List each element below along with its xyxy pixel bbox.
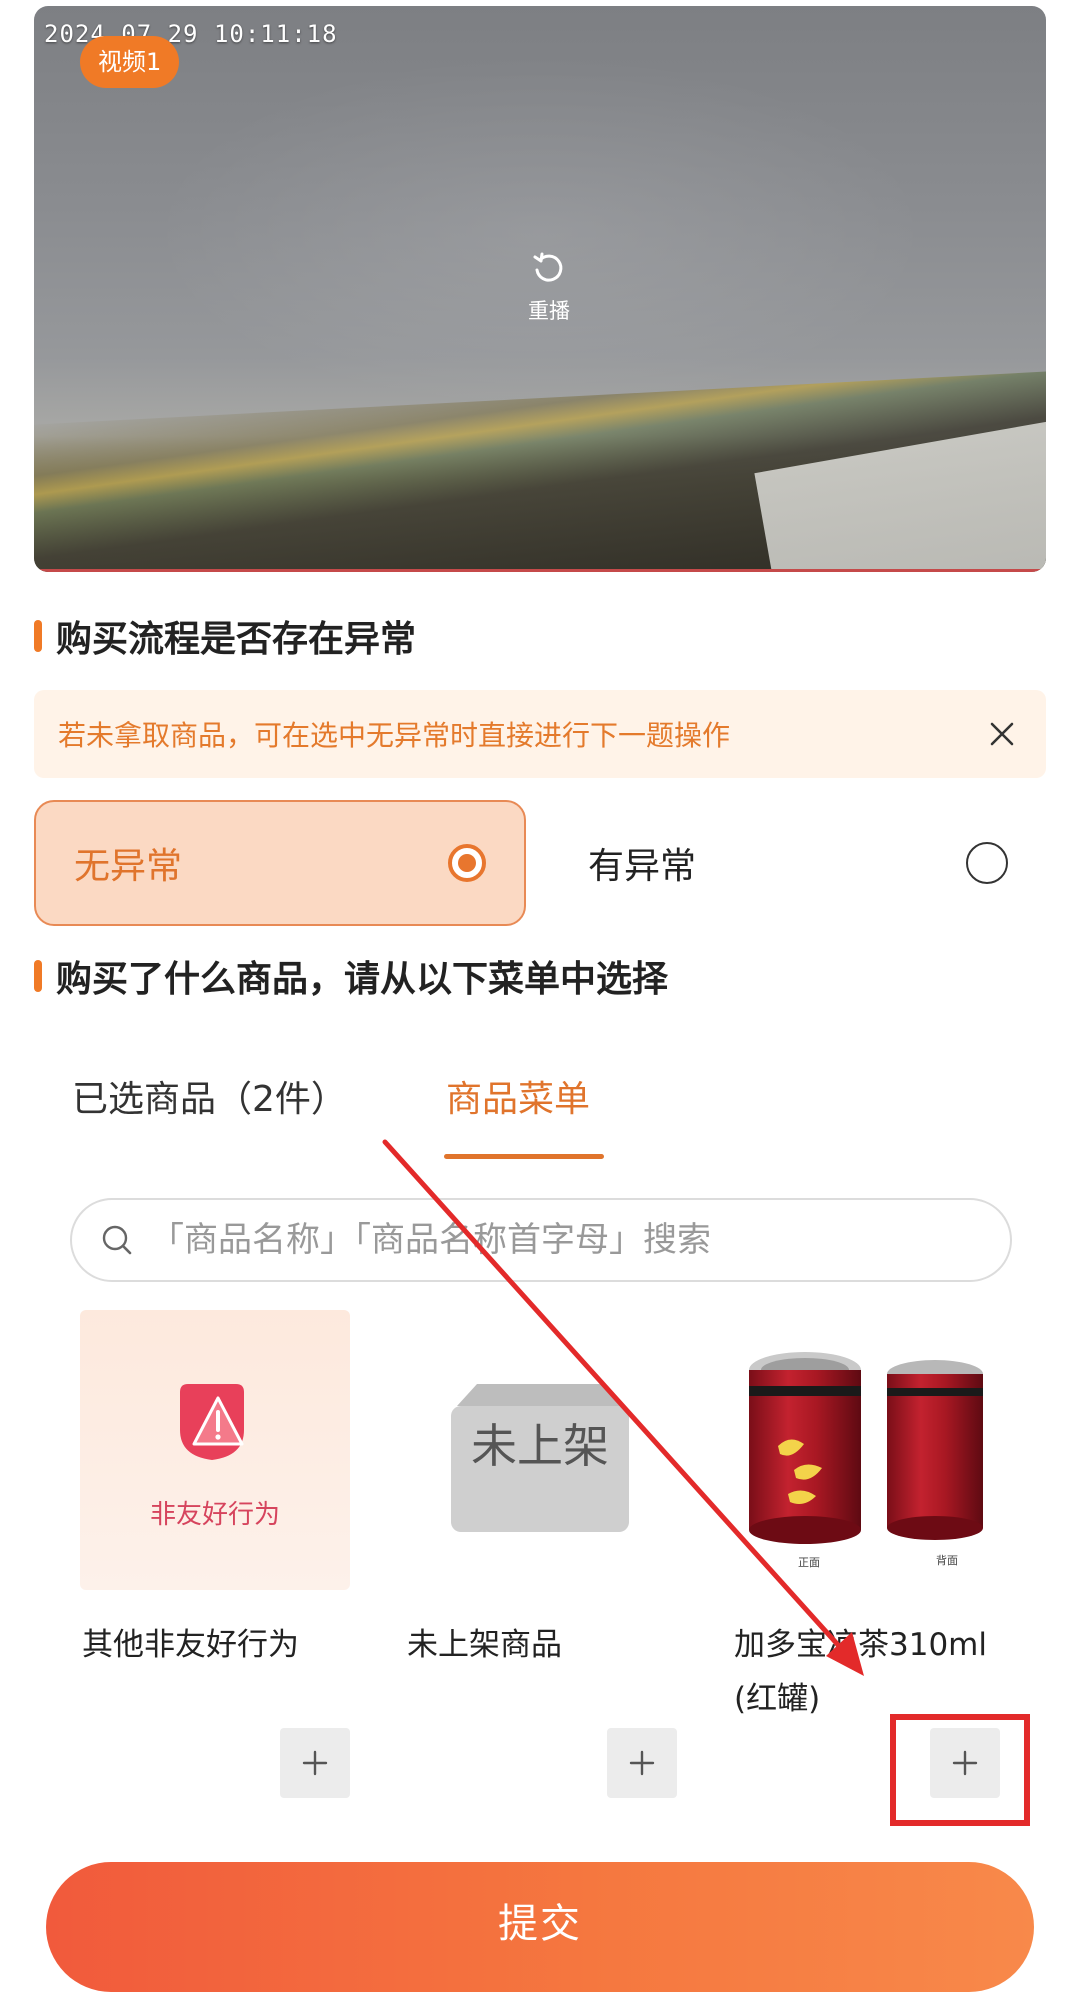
can-back-icon (887, 1360, 983, 1540)
product-image: 非友好行为 (80, 1310, 350, 1590)
plus-icon (302, 1750, 328, 1776)
option-has-anomaly[interactable]: 有异常 (540, 800, 1046, 926)
can-front-caption: 正面 (798, 1556, 820, 1569)
radio-unchecked-icon (966, 842, 1008, 884)
section-title-products: 购买了什么商品，请从以下菜单中选择 (34, 954, 668, 1000)
product-image: 未上架 (405, 1310, 675, 1590)
tab-product-menu[interactable]: 商品菜单 (446, 1070, 590, 1130)
product-image-caption: 非友好行为 (149, 1500, 280, 1530)
can-back-caption: 背面 (936, 1554, 958, 1567)
product-card-jiaduobao-tea[interactable]: 正面 背面 加多宝凉茶310ml(红罐) (722, 1310, 1012, 1806)
notice-text: 若未拿取商品，可在选中无异常时直接进行下一题操作 (58, 719, 731, 752)
product-name: 加多宝凉茶310ml(红罐) (734, 1627, 987, 1717)
search-icon (100, 1223, 134, 1257)
warning-icon (180, 1384, 244, 1460)
product-image: 正面 背面 (732, 1310, 1002, 1590)
add-product-button[interactable] (607, 1728, 677, 1798)
section-title-text: 购买流程是否存在异常 (56, 619, 417, 660)
product-card-unlisted[interactable]: 未上架 未上架商品 (395, 1310, 685, 1806)
can-back: 背面 (882, 1358, 1002, 1568)
close-icon (990, 722, 1014, 746)
section-marker (34, 620, 42, 652)
video-tag: 视频1 (80, 36, 180, 88)
tab-selected-items[interactable]: 已选商品（2件） (72, 1070, 347, 1130)
replay-button[interactable]: 重播 (504, 251, 594, 325)
plus-icon (952, 1750, 978, 1776)
replay-label: 重播 (528, 299, 570, 323)
tab-active-indicator (444, 1154, 604, 1159)
product-card-unfriendly-behavior[interactable]: 非友好行为 其他非友好行为 (70, 1310, 360, 1806)
video-progress-line (34, 569, 1046, 572)
option-has-anomaly-label: 有异常 (588, 846, 697, 887)
radio-checked-icon (448, 844, 486, 882)
search-box[interactable] (70, 1198, 1012, 1282)
add-product-button[interactable] (930, 1728, 1000, 1798)
search-input[interactable] (148, 1219, 986, 1261)
section-marker (34, 960, 42, 992)
option-no-anomaly[interactable]: 无异常 (34, 800, 526, 926)
can-front: 正面 (744, 1350, 874, 1570)
submit-button[interactable]: 提交 (46, 1862, 1034, 1992)
video-player[interactable]: 2024 07 29 10:11:18 视频1 重播 (34, 6, 1046, 572)
product-name: 未上架商品 (407, 1627, 562, 1663)
add-product-button[interactable] (280, 1728, 350, 1798)
section-title-text: 购买了什么商品，请从以下菜单中选择 (56, 959, 669, 1000)
section-title-purchase-process: 购买流程是否存在异常 (34, 614, 416, 660)
product-image-caption: 未上架 (471, 1419, 609, 1473)
can-front-icon (749, 1352, 861, 1544)
notice-close-button[interactable] (972, 704, 1032, 764)
option-no-anomaly-label: 无异常 (74, 846, 183, 887)
product-name: 其他非友好行为 (82, 1627, 299, 1663)
replay-icon (533, 252, 563, 282)
plus-icon (629, 1750, 655, 1776)
notice-banner: 若未拿取商品，可在选中无异常时直接进行下一题操作 (34, 690, 1046, 778)
